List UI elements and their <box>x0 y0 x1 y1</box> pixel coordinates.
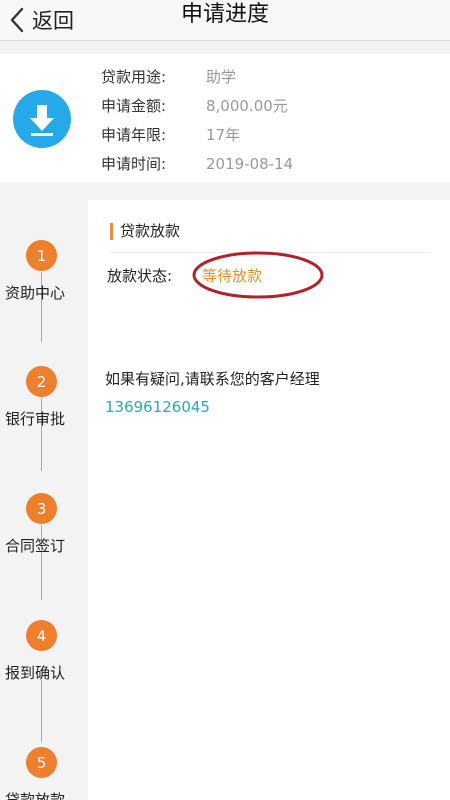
info-label: 贷款用途: <box>101 68 167 86</box>
info-label: 申请金额: <box>101 97 167 115</box>
nav-header: 返回 申请进度 <box>0 0 450 41</box>
info-row-purpose: 贷款用途: 助学 <box>101 62 293 91</box>
step-number: 2 <box>26 366 57 397</box>
info-row-date: 申请时间: 2019-08-14 <box>101 149 293 178</box>
step-connector <box>41 680 42 742</box>
info-label: 申请年限: <box>101 126 167 144</box>
annotation-ellipse <box>192 251 324 299</box>
phone-link[interactable]: 13696126045 <box>105 398 210 416</box>
loan-progress-page: 返回 申请进度 贷款用途: 助学 申请金额: 8,000.00元 申请年限: 1… <box>0 0 450 800</box>
step-label: 银行审批 <box>5 410 66 428</box>
info-label: 申请时间: <box>101 155 167 173</box>
step-number: 3 <box>26 493 57 524</box>
section-accent-bar <box>110 223 113 240</box>
application-info-card: 贷款用途: 助学 申请金额: 8,000.00元 申请年限: 17年 申请时间:… <box>0 54 450 182</box>
info-row-term: 申请年限: 17年 <box>101 120 293 149</box>
info-value: 8,000.00元 <box>206 97 288 115</box>
disbursement-panel: 贷款放款 放款状态: 等待放款 如果有疑问,请联系您的客户经理 13696126… <box>88 200 450 800</box>
info-rows: 贷款用途: 助学 申请金额: 8,000.00元 申请年限: 17年 申请时间:… <box>101 62 293 178</box>
section-title: 贷款放款 <box>120 222 181 240</box>
chevron-left-icon <box>10 7 24 33</box>
back-button[interactable]: 返回 <box>8 0 74 40</box>
contact-text: 如果有疑问,请联系您的客户经理 <box>105 370 320 388</box>
info-value: 2019-08-14 <box>206 154 294 173</box>
step-number: 4 <box>26 620 57 651</box>
info-value: 助学 <box>206 68 237 86</box>
info-row-amount: 申请金额: 8,000.00元 <box>101 91 293 120</box>
step-number: 5 <box>26 747 57 778</box>
step-label: 合同签订 <box>5 537 66 555</box>
info-value: 17年 <box>206 126 241 144</box>
step-number: 1 <box>26 240 57 271</box>
status-label: 放款状态: <box>107 267 173 285</box>
step-label: 资助中心 <box>5 284 66 302</box>
progress-steps: 1 资助中心 2 银行审批 3 合同签订 4 报到确认 5 贷款放款 <box>0 182 86 800</box>
download-icon <box>13 90 71 148</box>
back-label: 返回 <box>32 9 74 33</box>
step-label: 贷款放款 <box>5 791 66 800</box>
step-label: 报到确认 <box>5 664 66 682</box>
